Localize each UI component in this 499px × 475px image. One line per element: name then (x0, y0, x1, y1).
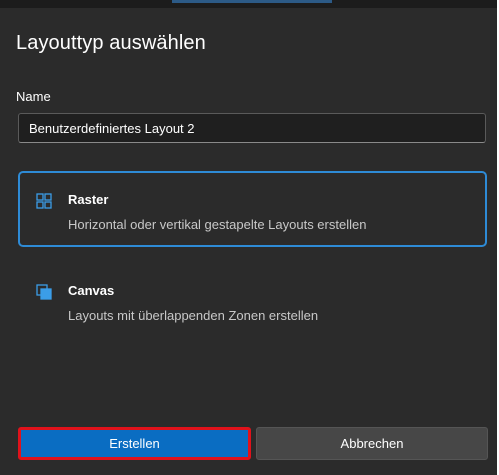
option-raster-title: Raster (68, 192, 109, 207)
option-raster[interactable]: Raster Horizontal oder vertikal gestapel… (18, 171, 487, 247)
layout-type-dialog: Layouttyp auswählen Name Raster Horizont… (0, 0, 499, 475)
canvas-icon (36, 284, 52, 300)
name-input[interactable] (18, 113, 486, 143)
name-label: Name (16, 89, 51, 104)
grid-icon (36, 193, 52, 209)
option-raster-description: Horizontal oder vertikal gestapelte Layo… (68, 217, 367, 232)
create-button[interactable]: Erstellen (18, 427, 251, 460)
option-canvas-description: Layouts mit überlappenden Zonen erstelle… (68, 308, 319, 323)
option-canvas[interactable]: Canvas Layouts mit überlappenden Zonen e… (18, 262, 487, 338)
top-accent (172, 0, 332, 3)
cancel-button[interactable]: Abbrechen (256, 427, 488, 460)
dialog-title: Layouttyp auswählen (16, 32, 206, 54)
option-canvas-title: Canvas (68, 283, 115, 298)
